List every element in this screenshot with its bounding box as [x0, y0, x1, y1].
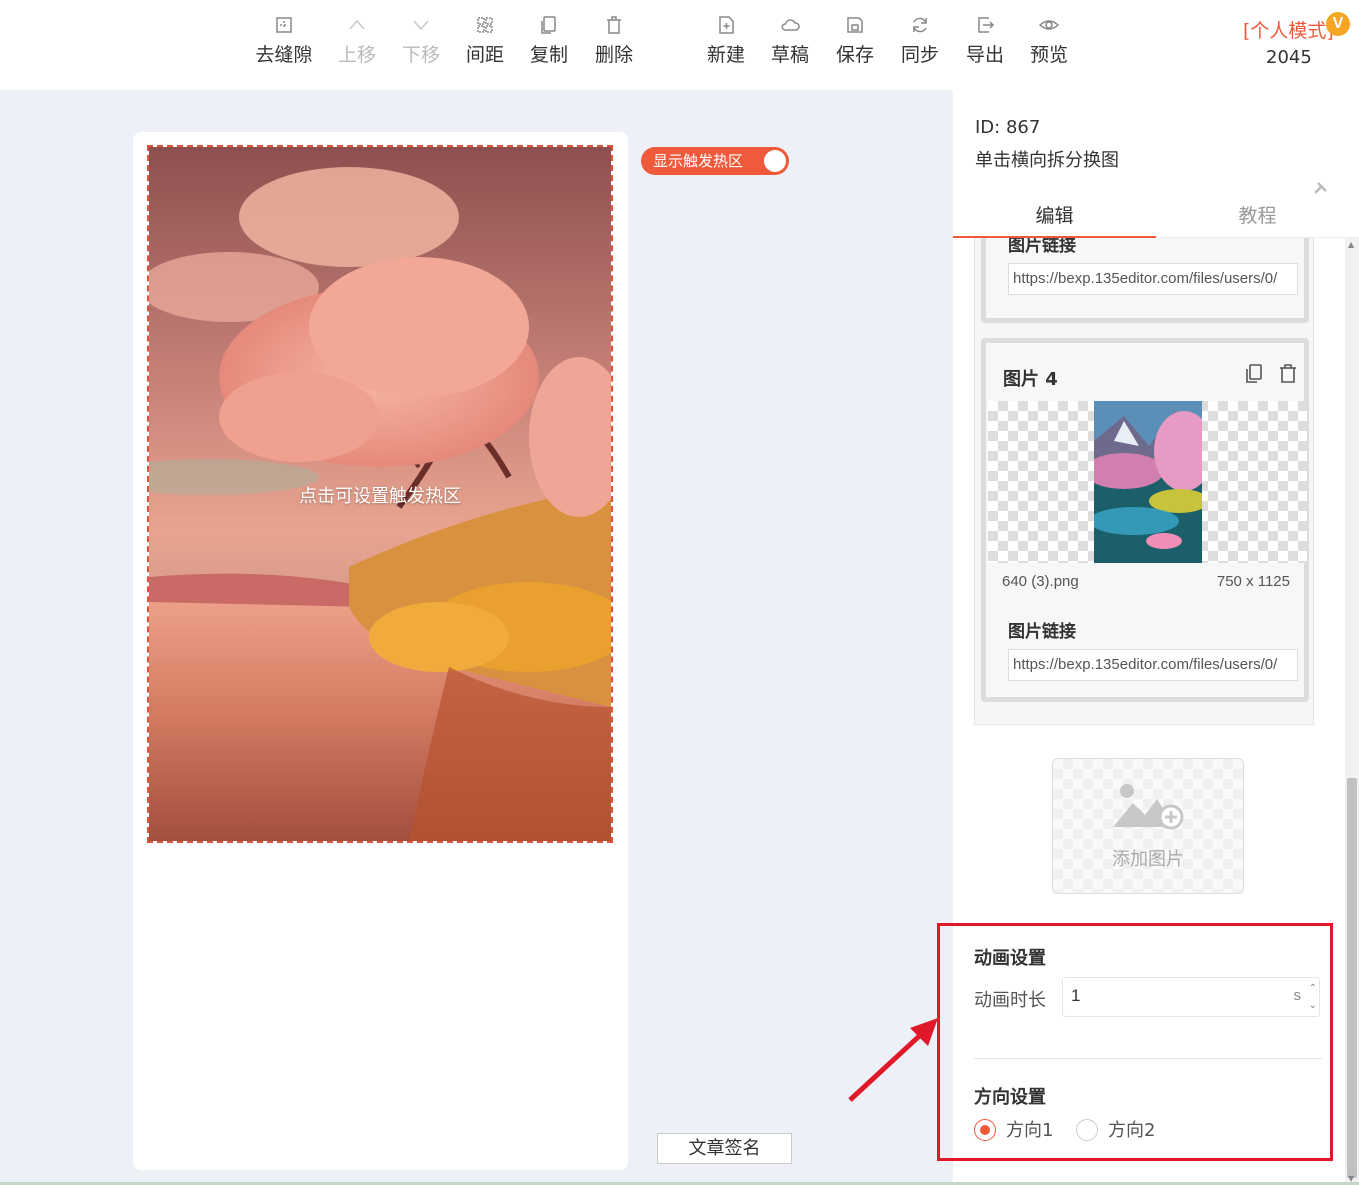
remove-gap-button[interactable]: 去缝隙 [249, 14, 319, 67]
image-card-3: 图片链接 https://bexp.135editor.com/files/us… [981, 238, 1309, 323]
image-dimensions: 750 x 1125 [1216, 573, 1290, 590]
eye-icon [1038, 14, 1060, 36]
export-icon [974, 14, 996, 36]
delete-button[interactable]: 删除 [579, 14, 649, 67]
save-icon [844, 14, 866, 36]
trash-icon [603, 14, 625, 36]
scroll-up-arrow[interactable]: ▲ [1348, 240, 1354, 249]
toggle-knob [764, 150, 786, 172]
copy-icon [538, 14, 560, 36]
sync-button[interactable]: 同步 [885, 14, 955, 67]
image-file-name: 640 (3).png [1002, 573, 1079, 590]
top-toolbar: 去缝隙 上移 下移 间距 复制 删除 新建 草稿 保存 同步 导出 预览 [个人… [0, 0, 1359, 90]
annotation-highlight-box [937, 923, 1333, 1161]
draft-button[interactable]: 草稿 [755, 14, 825, 67]
personal-mode-link[interactable]: [个人模式] [1243, 16, 1334, 43]
article-signature-button[interactable]: 文章签名 [657, 1133, 792, 1164]
show-hotspot-toggle[interactable]: 显示触发热区 [641, 147, 789, 175]
image-card-title: 图片 4 [1003, 369, 1058, 390]
image-thumbnail[interactable] [1094, 401, 1202, 563]
add-image-label: 添加图片 [1112, 849, 1184, 870]
new-file-icon [715, 14, 737, 36]
chevron-down-icon [410, 14, 432, 36]
trash-icon[interactable] [1278, 363, 1298, 385]
move-up-button[interactable]: 上移 [322, 14, 392, 67]
preview-image[interactable]: 点击可设置触发热区 [147, 145, 613, 843]
hotspot-hint[interactable]: 点击可设置触发热区 [149, 482, 611, 508]
move-down-button[interactable]: 下移 [386, 14, 456, 67]
add-image-icon [1113, 784, 1184, 830]
template-id: ID: 867 [975, 117, 1041, 138]
spacing-button[interactable]: 间距 [450, 14, 520, 67]
image-link-label: 图片链接 [1008, 622, 1076, 642]
remove-gap-icon [273, 14, 295, 36]
sync-icon [909, 14, 931, 36]
spacing-icon [474, 14, 496, 36]
cloud-icon [779, 14, 801, 36]
add-image-button[interactable]: 添加图片 [1052, 758, 1244, 894]
tools-icon[interactable] [1313, 180, 1329, 196]
copy-icon[interactable] [1244, 363, 1264, 385]
image-link-input[interactable]: https://bexp.135editor.com/files/users/0… [1008, 649, 1298, 681]
copy-button[interactable]: 复制 [514, 14, 584, 67]
image-list: 图片链接 https://bexp.135editor.com/files/us… [974, 238, 1314, 725]
panel-scrollbar[interactable]: ▲ ▼ [1345, 238, 1359, 1185]
panel-tabs: 编辑 教程 [953, 198, 1359, 238]
image-link-label: 图片链接 [1008, 238, 1076, 256]
vip-badge-icon: V [1326, 12, 1350, 36]
image-preview-area [988, 401, 1307, 563]
template-name: 单击横向拆分换图 [975, 150, 1119, 171]
new-button[interactable]: 新建 [691, 14, 761, 67]
tab-tutorial[interactable]: 教程 [1156, 198, 1359, 238]
image-card-4: 图片 4 640 (3).png 750 x 1125 图片链接 https:/… [981, 338, 1309, 702]
preview-button[interactable]: 预览 [1014, 14, 1084, 67]
tab-edit[interactable]: 编辑 [953, 198, 1156, 238]
toggle-label: 显示触发热区 [653, 152, 744, 170]
chevron-up-icon [346, 14, 368, 36]
scrollbar-thumb[interactable] [1347, 778, 1357, 1178]
save-button[interactable]: 保存 [820, 14, 890, 67]
image-link-input[interactable]: https://bexp.135editor.com/files/users/0… [1008, 263, 1298, 295]
export-button[interactable]: 导出 [950, 14, 1020, 67]
annotation-arrow-icon [848, 1018, 938, 1102]
user-count: 2045 [1266, 47, 1312, 68]
